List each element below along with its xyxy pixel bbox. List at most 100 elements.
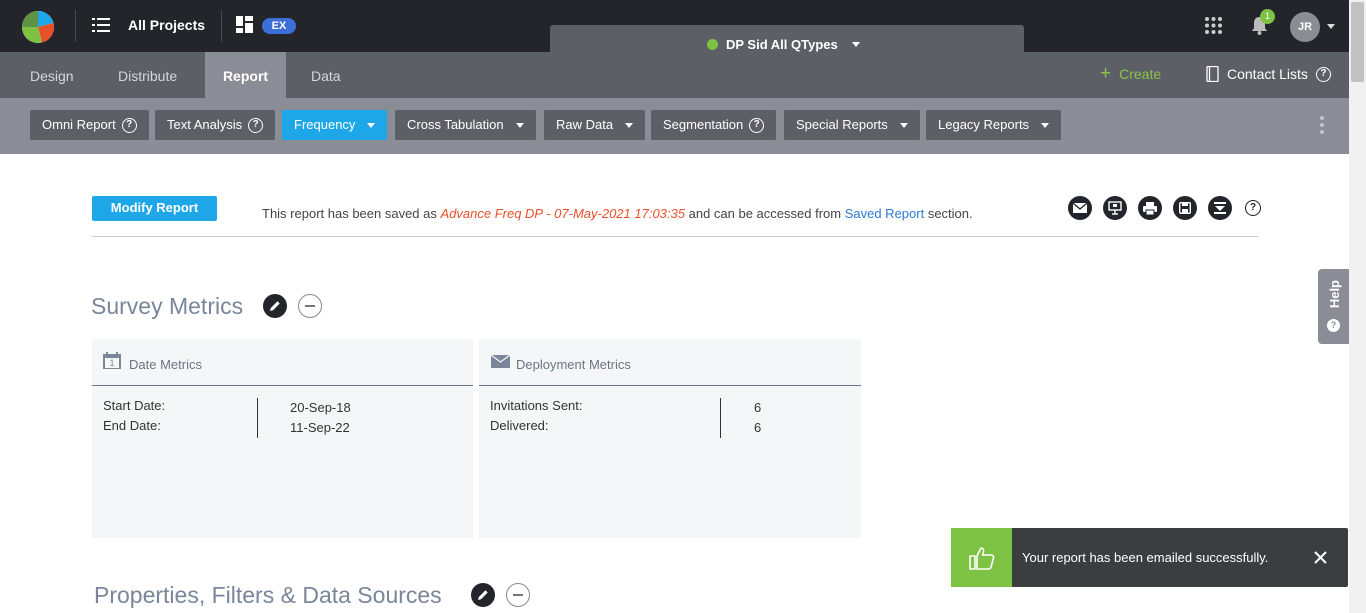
deployment-metrics-panel: Deployment Metrics Invitations Sent: Del…: [479, 339, 861, 538]
project-selector-label[interactable]: DP Sid All QTypes: [707, 37, 860, 52]
saved-report-name: Advance Freq DP - 07-May-2021 17:03:35: [440, 206, 686, 221]
delivered-label: Delivered:: [490, 418, 549, 433]
dashboard-icon[interactable]: [236, 16, 253, 33]
survey-metrics-title: Survey Metrics: [91, 293, 244, 319]
more-options-icon[interactable]: [1320, 116, 1326, 136]
contact-book-icon: [1206, 66, 1219, 82]
tab-distribute[interactable]: Distribute: [104, 52, 191, 98]
chevron-down-icon: [1041, 122, 1050, 128]
date-metrics-panel: 1 Date Metrics Start Date: End Date: 20-…: [92, 339, 473, 538]
user-avatar[interactable]: JR: [1290, 12, 1320, 42]
modify-report-button[interactable]: Modify Report: [92, 196, 217, 221]
calendar-day: 1: [109, 358, 115, 368]
divider: [92, 236, 1258, 237]
deployment-metrics-header: Deployment Metrics: [479, 339, 861, 386]
special-reports-dropdown[interactable]: Special Reports: [784, 110, 920, 140]
saved-message-middle: and can be accessed from: [685, 206, 845, 221]
divider: [221, 10, 222, 42]
scrollbar-thumb[interactable]: [1351, 2, 1364, 82]
edit-pencil-icon[interactable]: [471, 583, 495, 607]
invitations-sent-label: Invitations Sent:: [490, 398, 583, 413]
report-actions: ?: [1068, 196, 1261, 220]
tab-data[interactable]: Data: [297, 52, 355, 98]
help-tab-label: Help: [1327, 280, 1342, 309]
text-analysis-button[interactable]: Text Analysis ?: [155, 110, 276, 140]
contact-lists-link[interactable]: Contact Lists ?: [1206, 66, 1331, 82]
properties-filters-title: Properties, Filters & Data Sources: [94, 582, 442, 608]
delivered-value: 6: [754, 420, 762, 435]
saved-message-prefix: This report has been saved as: [262, 206, 441, 221]
divider: [75, 10, 76, 42]
saved-message-suffix: section.: [924, 206, 973, 221]
notification-count-badge: 1: [1260, 9, 1275, 24]
start-date-value: 20-Sep-18: [290, 400, 351, 415]
invitations-sent-value: 6: [754, 400, 762, 415]
deployment-metrics-title: Deployment Metrics: [516, 357, 631, 372]
cross-tabulation-dropdown[interactable]: Cross Tabulation: [395, 110, 536, 140]
special-reports-label: Special Reports: [796, 117, 888, 132]
date-metrics-header: 1 Date Metrics: [92, 339, 473, 386]
contact-lists-label: Contact Lists: [1227, 66, 1308, 82]
legacy-reports-dropdown[interactable]: Legacy Reports: [926, 110, 1062, 140]
help-icon[interactable]: ?: [749, 117, 765, 133]
presentation-icon[interactable]: [1103, 196, 1127, 220]
frequency-label: Frequency: [294, 117, 356, 132]
create-label: Create: [1119, 66, 1162, 82]
module-tabs: Design Distribute Report Data + Create C…: [0, 52, 1349, 98]
scrollbar-track[interactable]: [1349, 0, 1366, 613]
success-toast: Your report has been emailed successfull…: [951, 528, 1348, 587]
legacy-reports-label: Legacy Reports: [938, 117, 1030, 132]
toast-message: Your report has been emailed successfull…: [1022, 550, 1269, 565]
help-icon[interactable]: ?: [1245, 200, 1261, 216]
divider: [257, 398, 258, 438]
date-metrics-title: Date Metrics: [129, 357, 202, 372]
raw-data-label: Raw Data: [556, 117, 614, 132]
export-icon[interactable]: [1208, 196, 1232, 220]
help-icon[interactable]: ?: [1315, 66, 1331, 82]
apps-grid-icon[interactable]: [1205, 17, 1222, 34]
chevron-down-icon: [851, 42, 860, 47]
raw-data-dropdown[interactable]: Raw Data: [544, 110, 646, 140]
end-date-label: End Date:: [103, 418, 161, 433]
edit-pencil-icon[interactable]: [263, 294, 287, 318]
chevron-down-icon: [899, 122, 908, 128]
email-icon[interactable]: [1068, 196, 1092, 220]
create-button[interactable]: + Create: [1100, 63, 1162, 84]
plus-icon: +: [1100, 63, 1112, 84]
omni-report-label: Omni Report: [42, 117, 116, 132]
saved-report-message: This report has been saved as Advance Fr…: [262, 206, 973, 221]
status-dot-icon: [707, 39, 718, 50]
chevron-down-icon: [625, 122, 634, 128]
list-menu-icon[interactable]: [92, 17, 110, 33]
tab-design[interactable]: Design: [16, 52, 88, 98]
all-projects-link[interactable]: All Projects: [128, 17, 205, 33]
project-name: DP Sid All QTypes: [726, 37, 838, 52]
collapse-icon[interactable]: [506, 583, 530, 607]
help-icon[interactable]: ?: [121, 117, 137, 133]
tab-report[interactable]: Report: [205, 52, 286, 98]
calendar-icon: 1: [103, 352, 121, 369]
divider: [720, 398, 721, 438]
omni-report-button[interactable]: Omni Report ?: [30, 110, 149, 140]
app-logo-icon[interactable]: [20, 9, 56, 45]
report-toolbar: Omni Report ? Text Analysis ? Frequency …: [0, 98, 1349, 154]
save-icon[interactable]: [1173, 196, 1197, 220]
text-analysis-label: Text Analysis: [167, 117, 243, 132]
envelope-icon: [491, 355, 510, 368]
help-icon: ?: [1327, 319, 1340, 332]
collapse-icon[interactable]: [298, 294, 322, 318]
ex-badge[interactable]: EX: [262, 18, 296, 34]
start-date-label: Start Date:: [103, 398, 166, 413]
saved-report-link[interactable]: Saved Report: [845, 206, 925, 221]
help-icon[interactable]: ?: [248, 117, 264, 133]
thumbs-up-icon: [951, 528, 1012, 587]
chevron-down-icon[interactable]: [1327, 24, 1335, 29]
chevron-down-icon: [367, 122, 376, 128]
end-date-value: 11-Sep-22: [290, 420, 350, 435]
segmentation-button[interactable]: Segmentation ?: [651, 110, 777, 140]
chevron-down-icon: [515, 122, 524, 128]
frequency-dropdown[interactable]: Frequency: [282, 110, 388, 140]
print-icon[interactable]: [1138, 196, 1162, 220]
segmentation-label: Segmentation: [663, 117, 744, 132]
close-icon[interactable]: [1313, 550, 1328, 565]
